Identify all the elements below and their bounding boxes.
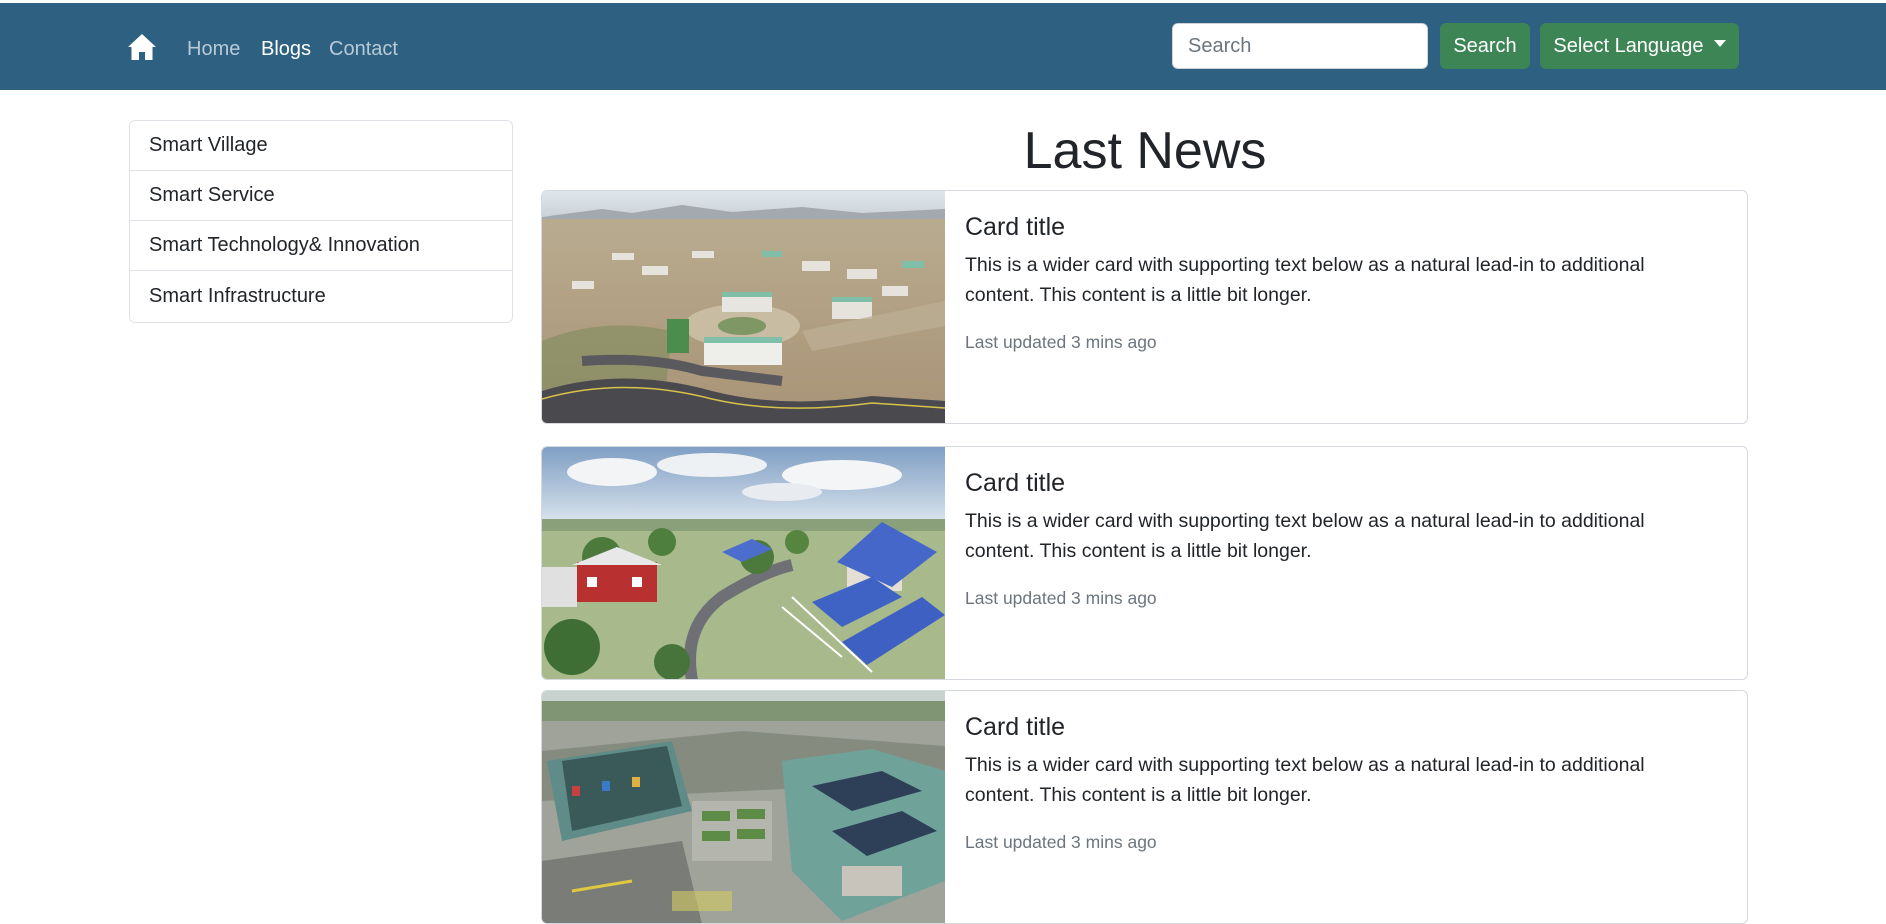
card-text: This is a wider card with supporting tex… bbox=[965, 754, 1645, 806]
page-title: Last News bbox=[1023, 122, 1267, 180]
card-title: Card title bbox=[965, 713, 1066, 741]
select-language-dropdown[interactable]: Select Language bbox=[1540, 23, 1739, 69]
card-updated-time: Last updated 3 mins ago bbox=[965, 332, 1157, 352]
card-title: Card title bbox=[965, 213, 1066, 241]
news-card[interactable]: Card title This is a wider card with sup… bbox=[541, 446, 1748, 680]
news-card[interactable]: Card title This is a wider card with sup… bbox=[541, 190, 1748, 424]
search-button-label: Search bbox=[1453, 34, 1517, 57]
card-updated-time: Last updated 3 mins ago bbox=[965, 588, 1157, 608]
caret-down-icon bbox=[1713, 39, 1726, 47]
category-item-smart-technology-innovation[interactable]: Smart Technology& Innovation bbox=[130, 221, 512, 271]
search-input[interactable] bbox=[1172, 23, 1428, 69]
select-language-label: Select Language bbox=[1553, 34, 1704, 57]
nav-link-home[interactable]: Home bbox=[187, 37, 240, 61]
news-card[interactable]: Card title This is a wider card with sup… bbox=[541, 690, 1748, 924]
home-icon[interactable] bbox=[127, 32, 157, 62]
category-item-smart-village[interactable]: Smart Village bbox=[130, 121, 512, 171]
category-list: Smart Village Smart Service Smart Techno… bbox=[129, 120, 513, 323]
card-text: This is a wider card with supporting tex… bbox=[965, 510, 1645, 562]
card-image-village-aerial bbox=[542, 191, 945, 423]
card-image-building-complex bbox=[542, 691, 945, 923]
nav-link-contact[interactable]: Contact bbox=[329, 37, 398, 61]
card-body: Card title This is a wider card with sup… bbox=[965, 467, 1705, 610]
nav-link-blogs[interactable]: Blogs bbox=[261, 37, 311, 61]
card-title: Card title bbox=[965, 469, 1066, 497]
card-body: Card title This is a wider card with sup… bbox=[965, 211, 1705, 354]
category-item-smart-infrastructure[interactable]: Smart Infrastructure bbox=[130, 271, 512, 322]
navbar: Home Blogs Contact Search Select Languag… bbox=[0, 3, 1886, 90]
category-item-smart-service[interactable]: Smart Service bbox=[130, 171, 512, 221]
card-text: This is a wider card with supporting tex… bbox=[965, 254, 1645, 306]
search-button[interactable]: Search bbox=[1440, 23, 1530, 69]
card-updated-time: Last updated 3 mins ago bbox=[965, 832, 1157, 852]
card-image-solar-village bbox=[542, 447, 945, 679]
card-body: Card title This is a wider card with sup… bbox=[965, 711, 1705, 854]
